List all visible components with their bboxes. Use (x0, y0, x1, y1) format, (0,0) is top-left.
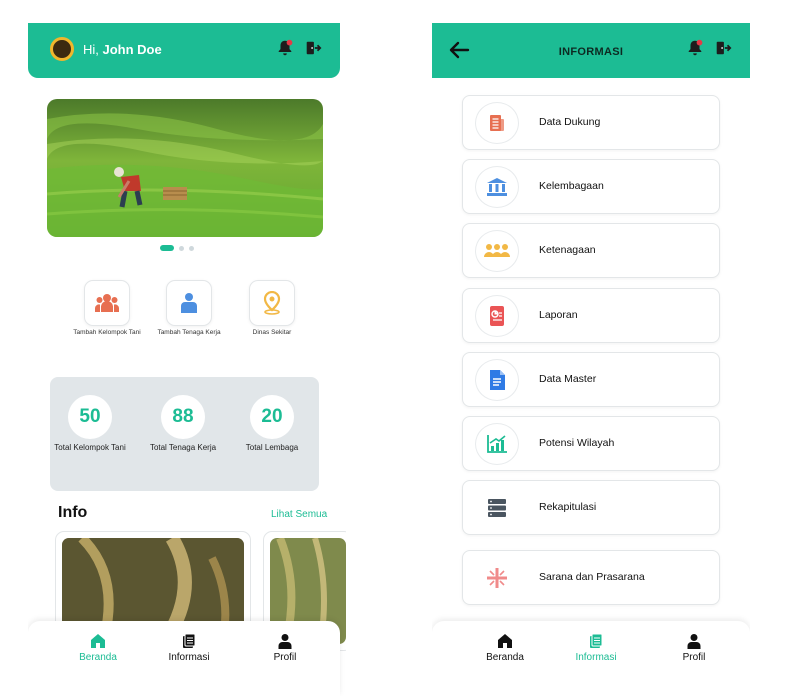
nav-beranda[interactable]: Beranda (470, 633, 540, 663)
carousel-dot[interactable] (160, 245, 174, 251)
menu-item-data-dukung[interactable]: Data Dukung (462, 95, 720, 150)
nav-profil[interactable]: Profil (250, 633, 320, 663)
informasi-header: INFORMASI (432, 23, 750, 78)
quick-action-add-farmer-group[interactable]: Tambah Kelompok Tani (72, 280, 142, 337)
home-icon (498, 634, 512, 648)
stat-workers: 88 Total Tenaga Kerja (143, 395, 223, 453)
info-heading: Info (58, 504, 88, 521)
carousel-indicator (160, 245, 194, 251)
growth-chart-icon (487, 435, 507, 453)
bottom-navigation: Beranda Informasi Profil (28, 621, 340, 696)
menu-item-laporan[interactable]: Laporan (462, 288, 720, 343)
documents-icon (590, 633, 603, 648)
people-icon (484, 244, 510, 257)
nav-beranda[interactable]: Beranda (63, 633, 133, 663)
home-header: Hi, John Doe (28, 23, 340, 78)
quick-action-add-worker[interactable]: Tambah Tenaga Kerja (154, 280, 224, 337)
carousel-dot[interactable] (179, 245, 184, 251)
home-screen: Hi, John Doe Tambah Kelompok Tani Tambah… (28, 0, 346, 696)
carousel-dot[interactable] (189, 245, 194, 251)
documents-icon (183, 633, 196, 648)
informasi-screen: INFORMASI Data Dukung Kelembagaan Ketena… (432, 0, 750, 696)
report-icon (490, 306, 504, 326)
logout-icon[interactable] (714, 39, 732, 57)
stat-farmer-groups: 50 Total Kelompok Tani (50, 395, 130, 453)
location-pin-icon (263, 291, 281, 315)
nav-informasi[interactable]: Informasi (154, 633, 224, 663)
file-icon (490, 370, 505, 390)
worker-icon (181, 293, 197, 313)
stat-institutions: 20 Total Lembaga (232, 395, 312, 453)
facility-icon (487, 568, 507, 588)
stats-panel: 50 Total Kelompok Tani 88 Total Tenaga K… (50, 377, 319, 491)
profile-icon (278, 634, 292, 649)
menu-item-potensi-wilayah[interactable]: Potensi Wilayah (462, 416, 720, 471)
group-icon (95, 294, 119, 312)
menu-item-kelembagaan[interactable]: Kelembagaan (462, 159, 720, 214)
menu-item-ketenagaan[interactable]: Ketenagaan (462, 223, 720, 278)
greeting: Hi, John Doe (83, 42, 162, 57)
notification-bell-icon[interactable] (276, 39, 294, 57)
home-icon (91, 634, 105, 648)
nav-informasi[interactable]: Informasi (561, 633, 631, 663)
logout-icon[interactable] (304, 39, 322, 57)
notification-bell-icon[interactable] (686, 39, 704, 57)
menu-item-data-master[interactable]: Data Master (462, 352, 720, 407)
menu-item-rekapitulasi[interactable]: Rekapitulasi (462, 480, 720, 535)
server-icon (488, 499, 506, 517)
profile-icon (687, 634, 701, 649)
quick-action-nearby-office[interactable]: Dinas Sekitar (237, 280, 307, 337)
banner-image[interactable] (47, 99, 323, 237)
avatar[interactable] (50, 37, 74, 61)
menu-item-sarana-prasarana[interactable]: Sarana dan Prasarana (462, 550, 720, 605)
nav-profil[interactable]: Profil (659, 633, 729, 663)
institution-icon (487, 178, 507, 196)
see-all-link[interactable]: Lihat Semua (271, 509, 327, 520)
bottom-navigation: Beranda Informasi Profil (432, 621, 750, 696)
document-icon (490, 115, 504, 131)
